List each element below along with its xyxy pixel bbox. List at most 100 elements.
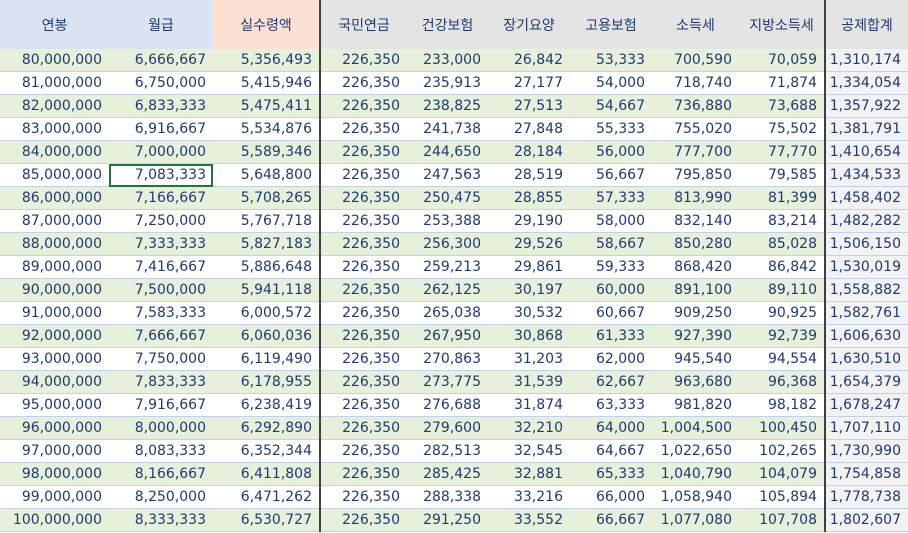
cell-health-insurance[interactable]: 265,038 bbox=[407, 301, 488, 325]
cell-employment-insurance[interactable]: 66,667 bbox=[570, 508, 652, 532]
cell-net-pay[interactable]: 6,178,955 bbox=[213, 370, 321, 394]
cell-national-pension[interactable]: 226,350 bbox=[320, 485, 407, 509]
cell-national-pension[interactable]: 226,350 bbox=[320, 232, 407, 256]
cell-monthly-salary[interactable]: 7,083,333 bbox=[109, 163, 213, 187]
cell-long-term-care[interactable]: 28,184 bbox=[488, 140, 570, 164]
cell-annual-salary[interactable]: 100,000,000 bbox=[0, 508, 109, 532]
cell-annual-salary[interactable]: 94,000,000 bbox=[0, 370, 109, 394]
cell-net-pay[interactable]: 6,119,490 bbox=[213, 347, 321, 371]
cell-local-income-tax[interactable]: 102,265 bbox=[739, 439, 826, 463]
cell-local-income-tax[interactable]: 71,874 bbox=[739, 71, 826, 95]
cell-local-income-tax[interactable]: 81,399 bbox=[739, 186, 826, 210]
cell-local-income-tax[interactable]: 98,182 bbox=[739, 393, 826, 417]
cell-health-insurance[interactable]: 262,125 bbox=[407, 278, 488, 302]
header-employment-insurance[interactable]: 고용보험 bbox=[570, 0, 652, 49]
cell-employment-insurance[interactable]: 58,000 bbox=[570, 209, 652, 233]
cell-long-term-care[interactable]: 32,210 bbox=[488, 416, 570, 440]
cell-monthly-salary[interactable]: 8,333,333 bbox=[109, 508, 213, 532]
cell-local-income-tax[interactable]: 75,502 bbox=[739, 117, 826, 141]
cell-net-pay[interactable]: 6,530,727 bbox=[213, 508, 321, 532]
cell-long-term-care[interactable]: 26,842 bbox=[488, 49, 570, 72]
cell-long-term-care[interactable]: 31,874 bbox=[488, 393, 570, 417]
header-local-income-tax[interactable]: 지방소득세 bbox=[739, 0, 826, 49]
cell-employment-insurance[interactable]: 61,333 bbox=[570, 324, 652, 348]
cell-health-insurance[interactable]: 241,738 bbox=[407, 117, 488, 141]
cell-net-pay[interactable]: 6,000,572 bbox=[213, 301, 321, 325]
cell-national-pension[interactable]: 226,350 bbox=[320, 163, 407, 187]
cell-net-pay[interactable]: 5,356,493 bbox=[213, 49, 321, 72]
cell-net-pay[interactable]: 6,238,419 bbox=[213, 393, 321, 417]
cell-local-income-tax[interactable]: 73,688 bbox=[739, 94, 826, 118]
cell-annual-salary[interactable]: 98,000,000 bbox=[0, 462, 109, 486]
cell-national-pension[interactable]: 226,350 bbox=[320, 301, 407, 325]
cell-local-income-tax[interactable]: 100,450 bbox=[739, 416, 826, 440]
cell-annual-salary[interactable]: 99,000,000 bbox=[0, 485, 109, 509]
cell-employment-insurance[interactable]: 60,000 bbox=[570, 278, 652, 302]
cell-health-insurance[interactable]: 259,213 bbox=[407, 255, 488, 279]
cell-employment-insurance[interactable]: 64,000 bbox=[570, 416, 652, 440]
cell-net-pay[interactable]: 5,941,118 bbox=[213, 278, 321, 302]
cell-health-insurance[interactable]: 282,513 bbox=[407, 439, 488, 463]
cell-national-pension[interactable]: 226,350 bbox=[320, 508, 407, 532]
cell-local-income-tax[interactable]: 94,554 bbox=[739, 347, 826, 371]
cell-national-pension[interactable]: 226,350 bbox=[320, 49, 407, 72]
cell-long-term-care[interactable]: 29,190 bbox=[488, 209, 570, 233]
cell-national-pension[interactable]: 226,350 bbox=[320, 462, 407, 486]
header-health-insurance[interactable]: 건강보험 bbox=[407, 0, 488, 49]
cell-monthly-salary[interactable]: 8,000,000 bbox=[109, 416, 213, 440]
cell-income-tax[interactable]: 1,077,080 bbox=[652, 508, 739, 532]
cell-income-tax[interactable]: 813,990 bbox=[652, 186, 739, 210]
cell-income-tax[interactable]: 1,040,790 bbox=[652, 462, 739, 486]
cell-monthly-salary[interactable]: 7,500,000 bbox=[109, 278, 213, 302]
header-long-term-care[interactable]: 장기요양 bbox=[488, 0, 570, 49]
cell-long-term-care[interactable]: 29,526 bbox=[488, 232, 570, 256]
cell-total-deduction[interactable]: 1,707,110 bbox=[825, 416, 908, 440]
cell-monthly-salary[interactable]: 6,666,667 bbox=[109, 49, 213, 72]
cell-health-insurance[interactable]: 276,688 bbox=[407, 393, 488, 417]
cell-annual-salary[interactable]: 97,000,000 bbox=[0, 439, 109, 463]
cell-employment-insurance[interactable]: 59,333 bbox=[570, 255, 652, 279]
cell-national-pension[interactable]: 226,350 bbox=[320, 186, 407, 210]
cell-local-income-tax[interactable]: 86,842 bbox=[739, 255, 826, 279]
cell-monthly-salary[interactable]: 8,166,667 bbox=[109, 462, 213, 486]
cell-national-pension[interactable]: 226,350 bbox=[320, 255, 407, 279]
cell-income-tax[interactable]: 909,250 bbox=[652, 301, 739, 325]
cell-total-deduction[interactable]: 1,558,882 bbox=[825, 278, 908, 302]
cell-national-pension[interactable]: 226,350 bbox=[320, 324, 407, 348]
header-total-deduction[interactable]: 공제합계 bbox=[825, 0, 908, 49]
cell-income-tax[interactable]: 736,880 bbox=[652, 94, 739, 118]
cell-monthly-salary[interactable]: 6,916,667 bbox=[109, 117, 213, 141]
cell-health-insurance[interactable]: 270,863 bbox=[407, 347, 488, 371]
cell-net-pay[interactable]: 5,767,718 bbox=[213, 209, 321, 233]
cell-net-pay[interactable]: 5,534,876 bbox=[213, 117, 321, 141]
cell-national-pension[interactable]: 226,350 bbox=[320, 117, 407, 141]
cell-annual-salary[interactable]: 85,000,000 bbox=[0, 163, 109, 187]
cell-employment-insurance[interactable]: 60,667 bbox=[570, 301, 652, 325]
cell-national-pension[interactable]: 226,350 bbox=[320, 71, 407, 95]
cell-long-term-care[interactable]: 32,881 bbox=[488, 462, 570, 486]
cell-local-income-tax[interactable]: 104,079 bbox=[739, 462, 826, 486]
cell-employment-insurance[interactable]: 56,000 bbox=[570, 140, 652, 164]
cell-income-tax[interactable]: 868,420 bbox=[652, 255, 739, 279]
cell-long-term-care[interactable]: 28,855 bbox=[488, 186, 570, 210]
cell-total-deduction[interactable]: 1,482,282 bbox=[825, 209, 908, 233]
cell-employment-insurance[interactable]: 54,667 bbox=[570, 94, 652, 118]
cell-annual-salary[interactable]: 84,000,000 bbox=[0, 140, 109, 164]
cell-monthly-salary[interactable]: 6,833,333 bbox=[109, 94, 213, 118]
cell-health-insurance[interactable]: 250,475 bbox=[407, 186, 488, 210]
cell-income-tax[interactable]: 1,058,940 bbox=[652, 485, 739, 509]
cell-annual-salary[interactable]: 91,000,000 bbox=[0, 301, 109, 325]
cell-national-pension[interactable]: 226,350 bbox=[320, 370, 407, 394]
cell-local-income-tax[interactable]: 89,110 bbox=[739, 278, 826, 302]
cell-income-tax[interactable]: 755,020 bbox=[652, 117, 739, 141]
cell-health-insurance[interactable]: 273,775 bbox=[407, 370, 488, 394]
cell-monthly-salary[interactable]: 7,750,000 bbox=[109, 347, 213, 371]
header-income-tax[interactable]: 소득세 bbox=[652, 0, 739, 49]
cell-employment-insurance[interactable]: 53,333 bbox=[570, 49, 652, 72]
cell-monthly-salary[interactable]: 7,916,667 bbox=[109, 393, 213, 417]
cell-annual-salary[interactable]: 92,000,000 bbox=[0, 324, 109, 348]
cell-health-insurance[interactable]: 244,650 bbox=[407, 140, 488, 164]
cell-employment-insurance[interactable]: 63,333 bbox=[570, 393, 652, 417]
cell-annual-salary[interactable]: 93,000,000 bbox=[0, 347, 109, 371]
cell-local-income-tax[interactable]: 77,770 bbox=[739, 140, 826, 164]
